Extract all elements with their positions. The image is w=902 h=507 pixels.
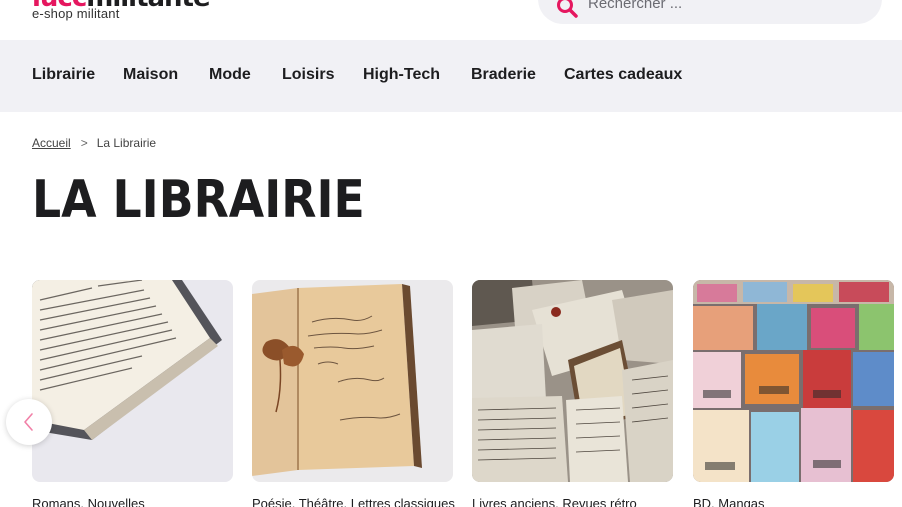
page-title: LA LIBRAIRIE — [32, 170, 365, 230]
search-input[interactable]: Rechercher ... — [538, 0, 882, 24]
category-label-bd-mangas[interactable]: BD, Mangas — [693, 496, 765, 507]
nav-item-loisirs[interactable]: Loisirs — [282, 66, 334, 84]
breadcrumb-home-link[interactable]: Accueil — [32, 136, 71, 150]
nav-item-cartes-cadeaux[interactable]: Cartes cadeaux — [564, 66, 682, 84]
nav-item-mode[interactable]: Mode — [209, 66, 251, 84]
breadcrumb-current: La Librairie — [96, 136, 157, 150]
nav-item-high-tech[interactable]: High-Tech — [363, 66, 440, 84]
main-nav: Librairie Maison Mode Loisirs High-Tech … — [0, 40, 902, 112]
carousel-prev-button[interactable] — [6, 399, 52, 445]
chevron-left-icon — [24, 413, 33, 431]
nav-item-librairie[interactable]: Librairie — [32, 66, 95, 84]
nav-item-maison[interactable]: Maison — [123, 66, 178, 84]
category-card-bd-mangas[interactable] — [693, 280, 894, 482]
search-icon — [557, 0, 578, 18]
breadcrumb-separator: > — [80, 136, 88, 150]
manga-stacks-photo — [693, 280, 894, 482]
category-card-romans[interactable] — [32, 280, 233, 482]
open-book-photo — [32, 280, 233, 482]
category-card-livres-anciens[interactable] — [472, 280, 673, 482]
breadcrumb: Accueil > La Librairie — [32, 136, 156, 150]
old-books-pile-photo — [472, 280, 673, 482]
site-tagline: e-shop militant — [32, 6, 120, 21]
category-label-romans[interactable]: Romans, Nouvelles — [32, 496, 145, 507]
category-label-livres-anciens[interactable]: Livres anciens, Revues rétro — [472, 496, 637, 507]
old-notebook-photo — [252, 280, 453, 482]
site-header: luccmilitante e-shop militant Rechercher… — [0, 0, 902, 40]
category-card-poesie[interactable] — [252, 280, 453, 482]
category-label-poesie[interactable]: Poésie, Théâtre, Lettres classiques — [252, 496, 455, 507]
search-placeholder: Rechercher ... — [588, 0, 683, 12]
nav-item-braderie[interactable]: Braderie — [471, 66, 536, 84]
